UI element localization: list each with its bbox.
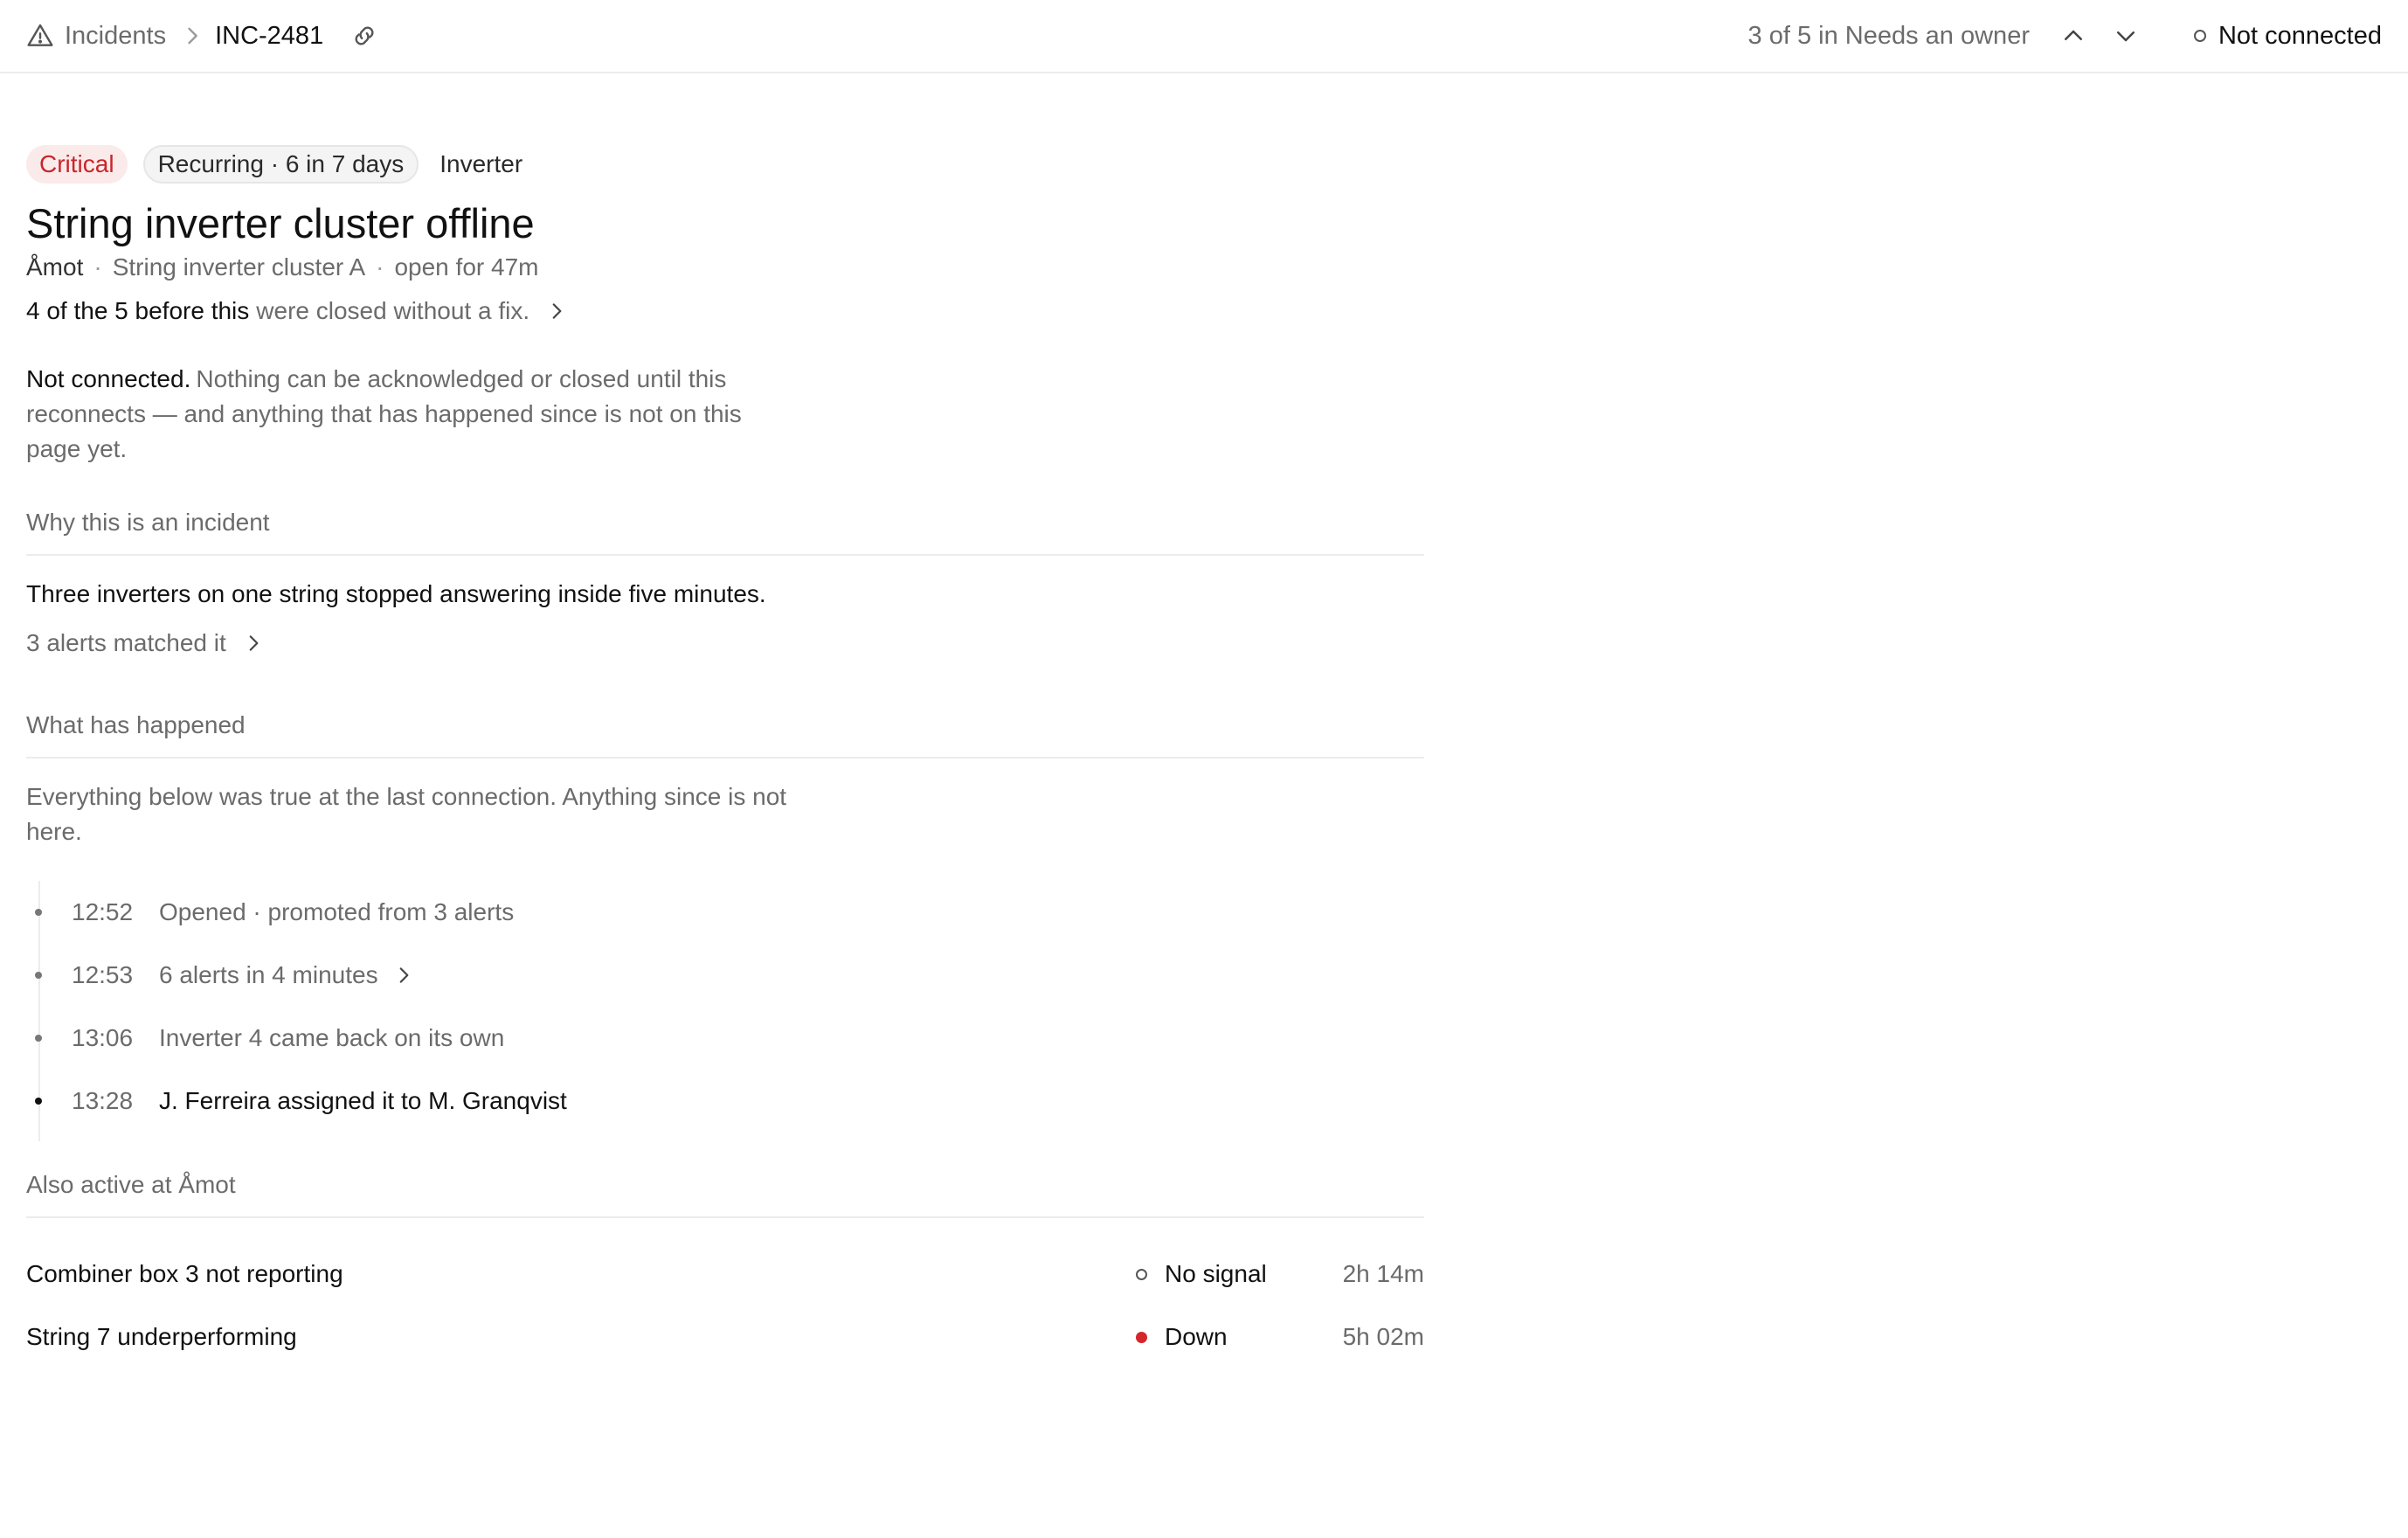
recurrence-summary-link[interactable]: 4 of the 5 before this were closed witho… [26, 297, 2382, 325]
related-incident-name: Combiner box 3 not reporting [26, 1260, 343, 1288]
previous-incident-button[interactable] [2054, 17, 2093, 55]
event-text: 6 alerts in 4 minutes [159, 961, 378, 989]
event-text: Opened · promoted from 3 alerts [159, 898, 515, 926]
meta-separator: · [376, 253, 384, 281]
timeline-bullet [35, 1035, 42, 1043]
asset-name: String inverter cluster A [112, 253, 366, 281]
timeline: 12:52 Opened · promoted from 3 alerts 12… [26, 881, 1424, 1142]
chevron-right-icon [545, 300, 568, 322]
chevron-down-icon [2116, 31, 2135, 42]
also-active-section: Also active at Åmot Combiner box 3 not r… [26, 1171, 1424, 1368]
history-heading: What has happened [26, 711, 1424, 759]
incident-reason: Three inverters on one string stopped an… [26, 580, 766, 608]
recurring-badge: Recurring · 6 in 7 days [142, 145, 419, 184]
severity-badge: Critical [26, 145, 128, 184]
history-section: What has happened Everything below was t… [26, 711, 1424, 1142]
related-incident-duration: 5h 02m [1342, 1323, 1424, 1351]
chevron-up-icon [2064, 30, 2082, 40]
topbar-right: 3 of 5 in Needs an owner Not connected [1748, 17, 2382, 55]
recurrence-tail: were closed without a fix. [256, 297, 530, 325]
status-label: Down [1165, 1323, 1228, 1351]
incident-title: String inverter cluster offline [26, 200, 535, 246]
event-time: 13:06 [72, 1024, 134, 1052]
also-active-heading: Also active at Åmot [26, 1171, 1424, 1219]
also-active-list: Combiner box 3 not reporting No signal 2… [26, 1243, 1424, 1368]
related-incident-name: String 7 underperforming [26, 1323, 297, 1351]
event-text: Inverter 4 came back on its own [159, 1024, 505, 1052]
site-name: Åmot [26, 253, 84, 281]
timeline-bullet [35, 1098, 42, 1105]
breadcrumb-incidents-link[interactable]: Incidents [65, 22, 166, 51]
connection-status-label: Not connected [2218, 21, 2382, 50]
timeline-event-expandable[interactable]: 12:53 6 alerts in 4 minutes [30, 944, 1424, 1007]
incident-tags: Critical Recurring · 6 in 7 days Inverte… [26, 145, 2382, 184]
history-caveat: Everything below was true at the last co… [26, 783, 787, 846]
queue-position: 3 of 5 in Needs an owner [1747, 21, 2030, 50]
chevron-right-icon [242, 632, 265, 655]
timeline-event: 13:06 Inverter 4 came back on its own [30, 1007, 1424, 1070]
related-incident-duration: 2h 14m [1342, 1260, 1424, 1288]
matched-alerts-label: 3 alerts matched it [26, 629, 226, 657]
next-incident-button[interactable] [2107, 17, 2145, 55]
connection-notice-lead: Not connected. [26, 365, 191, 393]
timeline-event: 12:52 Opened · promoted from 3 alerts [30, 881, 1424, 944]
link-icon[interactable] [349, 21, 379, 51]
event-text: J. Ferreira assigned it to M. Granqvist [159, 1087, 567, 1115]
recurrence-lead: 4 of the 5 before this [26, 297, 250, 325]
incident-meta: Åmot · String inverter cluster A · open for … [26, 253, 2382, 281]
incident-detail: Critical Recurring · 6 in 7 days Inverte… [0, 145, 2408, 1368]
timeline-bullet [35, 909, 42, 917]
why-section: Why this is an incident Three inverters … [26, 509, 1424, 657]
event-time: 12:52 [72, 898, 134, 926]
status-dot-icon [1136, 1331, 1147, 1343]
top-bar: Incidents INC-2481 3 of 5 in Needs an ow… [0, 0, 2408, 73]
event-time: 13:28 [72, 1087, 134, 1115]
meta-separator: · [93, 253, 102, 281]
breadcrumb: Incidents INC-2481 [26, 21, 379, 51]
related-incident-status: No signal [1136, 1260, 1337, 1288]
connection-notice: Not connected. Nothing can be acknowledge… [26, 362, 743, 467]
why-heading: Why this is an incident [26, 509, 1424, 557]
timeline-event-latest: 13:28 J. Ferreira assigned it to M. Gran… [30, 1070, 1424, 1133]
open-duration: open for 47m [394, 253, 539, 281]
related-incident-status: Down [1136, 1323, 1337, 1351]
related-incident-row[interactable]: String 7 underperforming Down 5h 02m [26, 1306, 1424, 1368]
related-incident-row[interactable]: Combiner box 3 not reporting No signal 2… [26, 1243, 1424, 1306]
status-ring-icon [1136, 1268, 1147, 1280]
warning-triangle-icon [26, 22, 54, 50]
timeline-bullet [35, 972, 42, 980]
status-ring-icon [2193, 30, 2206, 42]
chevron-right-icon [392, 964, 415, 987]
status-label: No signal [1165, 1260, 1267, 1288]
matched-alerts-link[interactable]: 3 alerts matched it [26, 629, 1424, 657]
event-time: 12:53 [72, 961, 134, 989]
chevron-right-icon [180, 24, 204, 48]
breadcrumb-current: INC-2481 [215, 21, 324, 50]
connection-status: Not connected [2193, 21, 2382, 51]
category-label: Inverter [439, 150, 523, 177]
